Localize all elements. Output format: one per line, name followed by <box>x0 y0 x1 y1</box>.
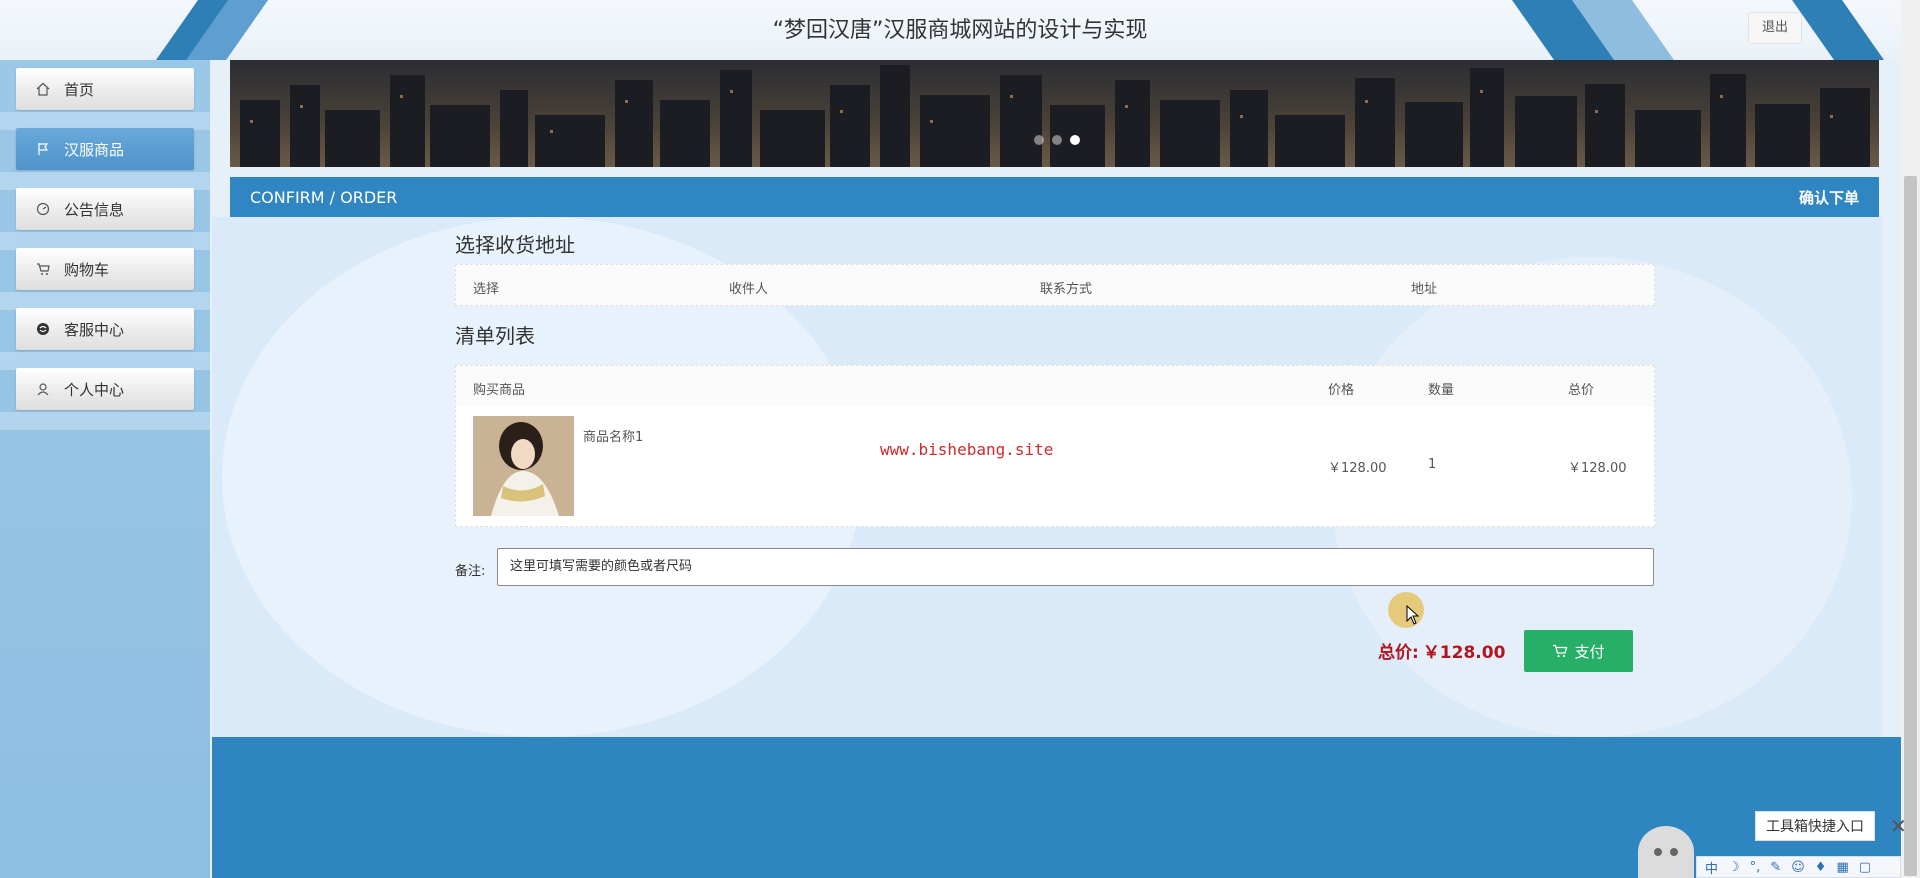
column-header: 选择 <box>473 282 500 297</box>
column-header: 数量 <box>1428 383 1455 398</box>
toolbox-label: 工具箱快捷入口 <box>1766 819 1864 835</box>
wrench-icon[interactable]: ✎ <box>1770 860 1781 875</box>
product-price: ￥128.00 <box>1328 461 1387 476</box>
order-list-title: 清单列表 <box>455 324 535 348</box>
punctuation-icon[interactable]: °, <box>1750 860 1761 875</box>
section-title-zh: 确认下单 <box>1798 188 1859 207</box>
column-header: 总价 <box>1568 383 1595 398</box>
close-icon[interactable]: ✕ <box>1890 814 1907 838</box>
column-header: 联系方式 <box>1040 282 1093 297</box>
carousel-dot-active[interactable] <box>1070 135 1080 145</box>
order-table-header: 购买商品 价格 数量 总价 <box>456 366 1654 406</box>
sidebar <box>0 60 210 878</box>
pay-button-label: 支付 <box>1574 642 1605 661</box>
support-icon <box>34 320 52 338</box>
sidebar-item-home[interactable]: 首页 <box>16 68 194 110</box>
logout-button[interactable]: 退出 <box>1748 12 1802 44</box>
carousel-dot[interactable] <box>1052 135 1062 145</box>
shirt-icon[interactable]: ♦ <box>1815 860 1827 875</box>
mouse-cursor-icon <box>1406 604 1420 629</box>
avatar-eye <box>1670 848 1678 856</box>
table-row: 商品名称1 ￥128.00 1 ￥128.00 <box>456 406 1654 526</box>
product-image[interactable] <box>473 416 574 516</box>
sidebar-item-hanfu-products[interactable]: 汉服商品 <box>16 128 194 170</box>
top-header: “梦回汉唐”汉服商城网站的设计与实现 退出 <box>0 0 1920 60</box>
sidebar-item-label: 汉服商品 <box>64 140 125 159</box>
column-header: 地址 <box>1411 282 1438 297</box>
city-banner-image <box>230 60 1879 167</box>
sidebar-decoration <box>0 412 210 430</box>
sidebar-item-cart[interactable]: 购物车 <box>16 248 194 290</box>
product-name[interactable]: 商品名称1 <box>583 426 643 445</box>
gauge-icon <box>34 200 52 218</box>
cart-icon <box>34 260 52 278</box>
watermark-text: www.bishebang.site <box>880 440 1054 459</box>
total-label: 总价: <box>1378 643 1419 663</box>
lock-icon[interactable]: ▢ <box>1859 860 1871 875</box>
total-value: ￥128.00 <box>1422 643 1506 663</box>
home-icon <box>34 80 52 98</box>
address-section-title: 选择收货地址 <box>455 233 575 257</box>
sidebar-item-announcements[interactable]: 公告信息 <box>16 188 194 230</box>
order-total: 总价: ￥128.00 <box>1378 638 1505 663</box>
ime-mode-indicator[interactable]: 中 <box>1705 858 1718 877</box>
site-title: “梦回汉唐”汉服商城网站的设计与实现 <box>772 18 1148 43</box>
sidebar-item-support[interactable]: 客服中心 <box>16 308 194 350</box>
column-header: 购买商品 <box>473 383 526 398</box>
user-icon <box>34 380 52 398</box>
emoji-icon[interactable]: ☺ <box>1791 860 1805 875</box>
remark-label: 备注: <box>455 564 486 579</box>
cart-icon <box>1553 644 1568 658</box>
order-table: 购买商品 价格 数量 总价 商品名称1 ￥128.00 1 ￥128.00 <box>455 365 1655 527</box>
grid-icon[interactable]: ▦ <box>1836 860 1848 875</box>
avatar-eye <box>1654 848 1662 856</box>
flag-icon <box>34 140 52 158</box>
address-table: 选择 收件人 联系方式 地址 <box>455 264 1655 306</box>
toolbox-shortcut-popup[interactable]: 工具箱快捷入口 <box>1755 811 1875 841</box>
moon-icon[interactable]: ☽ <box>1728 860 1740 875</box>
sidebar-item-label: 公告信息 <box>64 200 125 219</box>
sidebar-item-label: 首页 <box>64 80 95 99</box>
scrollbar-thumb[interactable] <box>1904 176 1917 876</box>
pay-button[interactable]: 支付 <box>1524 630 1633 672</box>
ime-toolbar[interactable]: 中 ☽ °, ✎ ☺ ♦ ▦ ▢ <box>1696 856 1901 878</box>
address-table-header: 选择 收件人 联系方式 地址 <box>456 265 1654 305</box>
carousel-dot[interactable] <box>1034 135 1044 145</box>
sidebar-item-label: 购物车 <box>64 260 110 279</box>
sidebar-item-label: 客服中心 <box>64 320 125 339</box>
sidebar-item-label: 个人中心 <box>64 380 125 399</box>
section-title-en: CONFIRM / ORDER <box>250 187 398 207</box>
column-header: 价格 <box>1328 383 1355 398</box>
product-subtotal: ￥128.00 <box>1568 461 1627 476</box>
assistant-avatar-icon[interactable] <box>1638 826 1694 878</box>
column-header: 收件人 <box>729 282 769 297</box>
carousel-indicators <box>1034 135 1080 145</box>
section-header: CONFIRM / ORDER 确认下单 <box>230 177 1879 217</box>
sidebar-item-profile[interactable]: 个人中心 <box>16 368 194 410</box>
remark-input[interactable]: 这里可填写需要的颜色或者尺码 <box>497 548 1654 586</box>
product-quantity: 1 <box>1428 457 1437 472</box>
